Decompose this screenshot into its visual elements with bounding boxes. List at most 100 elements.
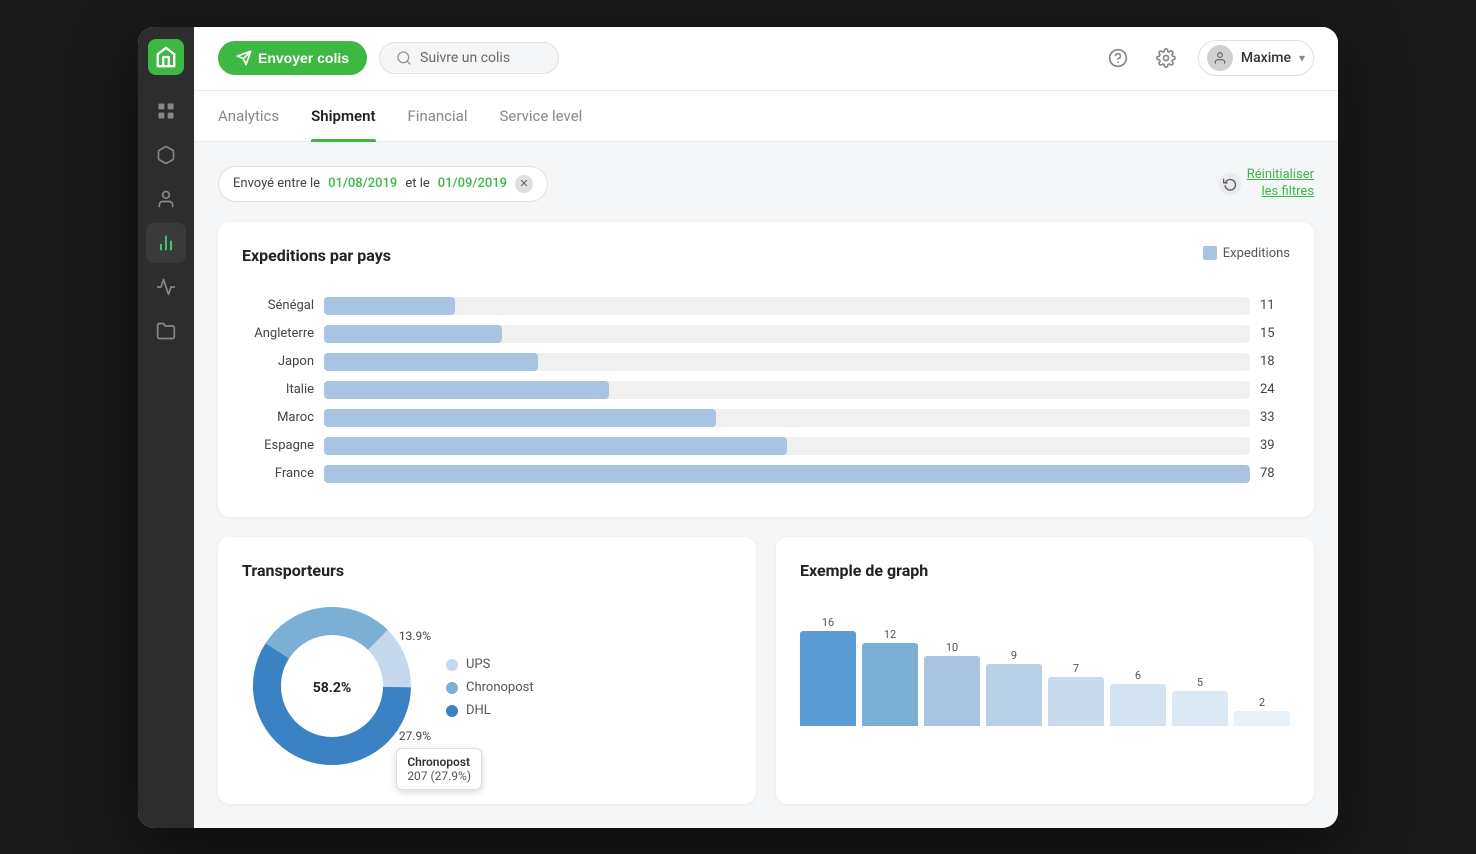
vbar-group: 12	[862, 616, 918, 726]
sidebar	[138, 27, 194, 828]
donut-legend: UPS Chronopost DHL	[446, 657, 534, 718]
legend-dhl: DHL	[446, 703, 534, 718]
bar-track	[324, 437, 1250, 455]
vbar	[800, 631, 856, 726]
vbar-val: 12	[884, 628, 896, 641]
bar-chart-legend: Expeditions	[1203, 246, 1290, 261]
filter-date-to: 01/09/2019	[438, 176, 507, 191]
bar-fill	[324, 437, 787, 455]
main-content: Envoyer colis Suivre un colis	[194, 27, 1338, 828]
bar-label: Angleterre	[242, 326, 314, 341]
bar-fill	[324, 297, 455, 315]
send-package-button[interactable]: Envoyer colis	[218, 41, 367, 75]
reset-icon	[1219, 173, 1241, 195]
logo[interactable]	[148, 39, 184, 75]
bar-chart-card: Expeditions par pays Expeditions Sénégal…	[218, 222, 1314, 517]
bar-value: 18	[1260, 354, 1290, 369]
bar-track	[324, 381, 1250, 399]
legend-dot	[1203, 246, 1217, 260]
bar-label: Italie	[242, 382, 314, 397]
legend-chronopost: Chronopost	[446, 680, 534, 695]
search-icon	[396, 50, 412, 66]
bar-row: Maroc 33	[242, 409, 1290, 427]
bar-label: Maroc	[242, 410, 314, 425]
bar-track	[324, 297, 1250, 315]
vbar-val: 7	[1073, 662, 1079, 675]
vbar-val: 9	[1011, 649, 1017, 662]
vbar	[986, 664, 1042, 726]
bar-row: Angleterre 15	[242, 325, 1290, 343]
bar-fill	[324, 465, 1250, 483]
bar-value: 15	[1260, 326, 1290, 341]
bar-fill	[324, 381, 609, 399]
bar-row: Japon 18	[242, 353, 1290, 371]
tab-service-level[interactable]: Service level	[500, 91, 583, 141]
legend-ups: UPS	[446, 657, 534, 672]
send-package-label: Envoyer colis	[258, 50, 349, 66]
bar-label: Sénégal	[242, 298, 314, 313]
chronopost-dot	[446, 682, 458, 694]
vbar-group: 7	[1048, 616, 1104, 726]
bar-track	[324, 325, 1250, 343]
vbar-group: 6	[1110, 616, 1166, 726]
bar-row: Italie 24	[242, 381, 1290, 399]
bar-value: 24	[1260, 382, 1290, 397]
vbar	[862, 643, 918, 726]
donut-ups-pct: 27.9%	[399, 729, 431, 743]
tooltip-value: 207 (27.9%)	[407, 769, 471, 783]
bar-fill	[324, 409, 716, 427]
sidebar-item-contacts[interactable]	[146, 179, 186, 219]
tooltip-label: Chronopost	[407, 755, 471, 769]
bar-fill	[324, 353, 538, 371]
vbar	[1172, 691, 1228, 725]
vbar-group: 10	[924, 616, 980, 726]
sidebar-item-analytics[interactable]	[146, 223, 186, 263]
chronopost-label: Chronopost	[466, 680, 534, 695]
vbar	[924, 656, 980, 725]
vbar	[1110, 684, 1166, 726]
date-filter-chip[interactable]: Envoyé entre le 01/08/2019 et le 01/09/2…	[218, 166, 548, 202]
vbar-val: 5	[1197, 676, 1203, 689]
filter-close-button[interactable]: ✕	[515, 175, 533, 193]
sidebar-item-packages[interactable]	[146, 135, 186, 175]
vchart-title: Exemple de graph	[800, 561, 1290, 580]
content-area: Analytics Shipment Financial Service lev…	[194, 91, 1338, 828]
filter-prefix: Envoyé entre le	[233, 176, 320, 191]
donut-center-label: 58.2%	[313, 680, 352, 696]
tab-financial[interactable]: Financial	[408, 91, 468, 141]
help-icon[interactable]	[1102, 42, 1134, 74]
bar-value: 39	[1260, 438, 1290, 453]
vbar-val: 2	[1259, 696, 1265, 709]
sidebar-item-dashboard[interactable]	[146, 91, 186, 131]
filter-separator: et le	[405, 176, 429, 191]
tab-analytics[interactable]: Analytics	[218, 91, 279, 141]
bar-row: Sénégal 11	[242, 297, 1290, 315]
bar-value: 33	[1260, 410, 1290, 425]
dhl-dot	[446, 705, 458, 717]
donut-container: 58.2% 13.9% 27.9% Chronopost 207 (27.9%)	[242, 596, 732, 780]
tabs-bar: Analytics Shipment Financial Service lev…	[194, 91, 1338, 142]
vchart-bars: 16 12 10 9 7 6 5 2	[800, 596, 1290, 726]
vbar-val: 10	[946, 641, 958, 654]
filter-date-from: 01/08/2019	[328, 176, 397, 191]
settings-icon[interactable]	[1150, 42, 1182, 74]
donut-chart-title: Transporteurs	[242, 561, 732, 580]
user-badge[interactable]: Maxime ▾	[1198, 40, 1314, 76]
vchart-card: Exemple de graph 16 12 10 9 7 6 5 2	[776, 537, 1314, 804]
tab-shipment[interactable]: Shipment	[311, 91, 375, 141]
sidebar-item-trends[interactable]	[146, 267, 186, 307]
reset-filters-button[interactable]: Réinitialiserles filtres	[1219, 167, 1314, 201]
search-bar[interactable]: Suivre un colis	[379, 42, 559, 74]
bar-track	[324, 353, 1250, 371]
vbar-group: 16	[800, 616, 856, 726]
vbar-val: 16	[822, 616, 834, 629]
vbar-group: 5	[1172, 616, 1228, 726]
vbar-group: 9	[986, 616, 1042, 726]
bar-label: France	[242, 466, 314, 481]
bar-label: Japon	[242, 354, 314, 369]
legend-label: Expeditions	[1223, 246, 1290, 261]
sidebar-item-files[interactable]	[146, 311, 186, 351]
donut-tooltip: Chronopost 207 (27.9%)	[396, 748, 482, 790]
header: Envoyer colis Suivre un colis	[194, 27, 1338, 91]
vbar-group: 2	[1234, 616, 1290, 726]
